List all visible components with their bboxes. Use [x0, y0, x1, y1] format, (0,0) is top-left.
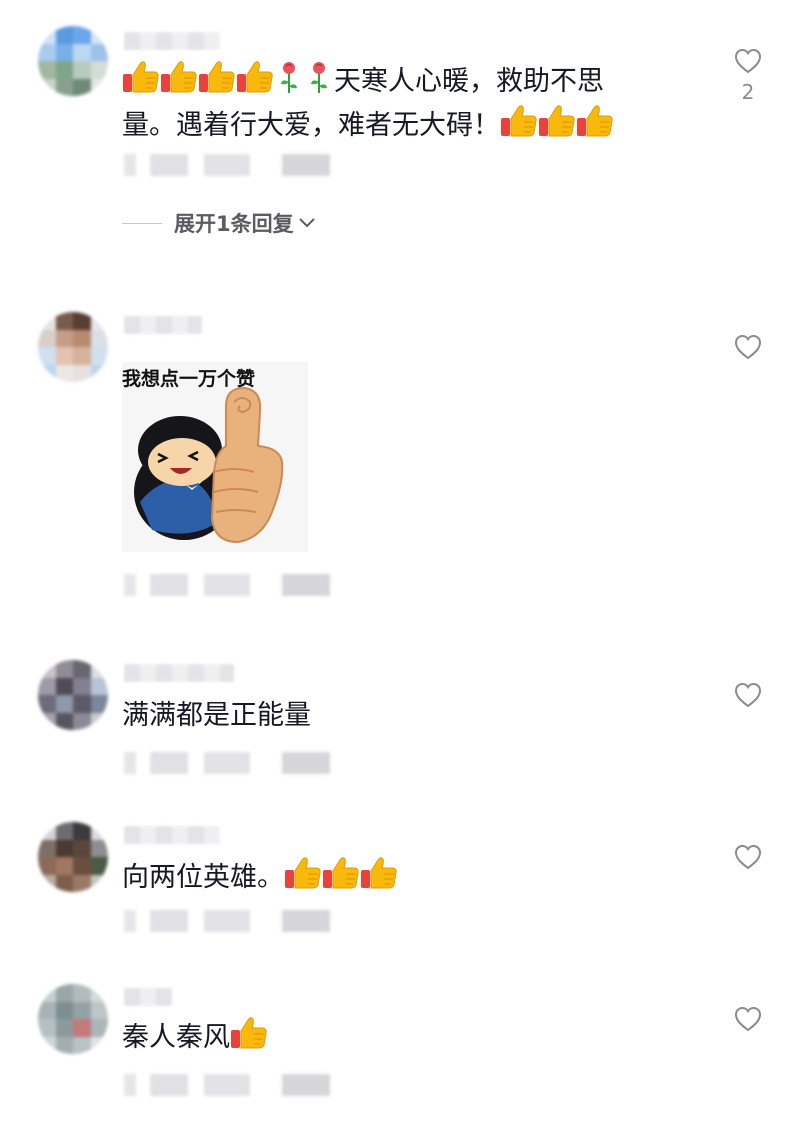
avatar[interactable]: [38, 660, 108, 730]
avatar[interactable]: [38, 26, 108, 96]
comment-text-body: 秦人秦风: [122, 1022, 230, 1053]
thumbs-up-man-sticker-icon: [134, 386, 284, 544]
comment-text: 向两位英雄。: [122, 856, 682, 900]
avatar[interactable]: [38, 312, 108, 382]
thumbs-up-icon: [198, 60, 236, 94]
thumbs-up-icon: [122, 60, 160, 94]
heart-icon: [734, 334, 762, 360]
thumbs-up-icon: [236, 60, 274, 94]
avatar[interactable]: [38, 822, 108, 892]
heart-icon: [734, 1006, 762, 1032]
thumbs-up-icon: [322, 856, 360, 890]
comment-text-line1: 天寒人心暖，救助不思: [334, 66, 604, 97]
heart-icon: [734, 682, 762, 708]
rose-icon: [274, 60, 304, 94]
username[interactable]: [124, 664, 234, 682]
thumbs-up-icon: [576, 104, 614, 138]
comment-text-line2: 量。遇着行大爱，难者无大碍！: [122, 110, 500, 141]
comment-text-body: 向两位英雄。: [122, 862, 284, 893]
heart-icon: [734, 844, 762, 870]
thumbs-up-icon: [230, 1016, 268, 1050]
like-button[interactable]: [734, 682, 762, 708]
thumbs-up-icon: [160, 60, 198, 94]
comment-meta: [124, 1074, 334, 1096]
expand-replies-button[interactable]: 展开1条回复: [122, 208, 316, 238]
thumbs-up-icon: [500, 104, 538, 138]
username[interactable]: [124, 32, 220, 50]
comment-text: 秦人秦风: [122, 1016, 682, 1060]
like-button[interactable]: [734, 844, 762, 870]
like-count: 2: [741, 80, 755, 104]
comment-meta: [124, 752, 334, 774]
rose-icon: [304, 60, 334, 94]
thumbs-up-icon: [360, 856, 398, 890]
comment-text: 天寒人心暖，救助不思 量。遇着行大爱，难者无大碍！: [122, 60, 682, 148]
comment-text: 满满都是正能量: [122, 700, 311, 731]
chevron-down-icon: [298, 218, 315, 228]
like-button[interactable]: [734, 1006, 762, 1032]
username[interactable]: [124, 988, 172, 1006]
thumbs-up-icon: [538, 104, 576, 138]
comment-meta: [124, 154, 334, 176]
sticker-image[interactable]: 我想点一万个赞: [122, 362, 308, 552]
username[interactable]: [124, 826, 220, 844]
expand-replies-label: 展开1条回复: [174, 212, 294, 236]
avatar[interactable]: [38, 984, 108, 1054]
like-button[interactable]: 2: [734, 48, 762, 104]
like-button[interactable]: [734, 334, 762, 360]
divider: [122, 222, 162, 224]
heart-icon: [734, 48, 762, 74]
comment-meta: [124, 574, 334, 596]
username[interactable]: [124, 316, 202, 334]
thumbs-up-icon: [284, 856, 322, 890]
comment-meta: [124, 910, 334, 932]
